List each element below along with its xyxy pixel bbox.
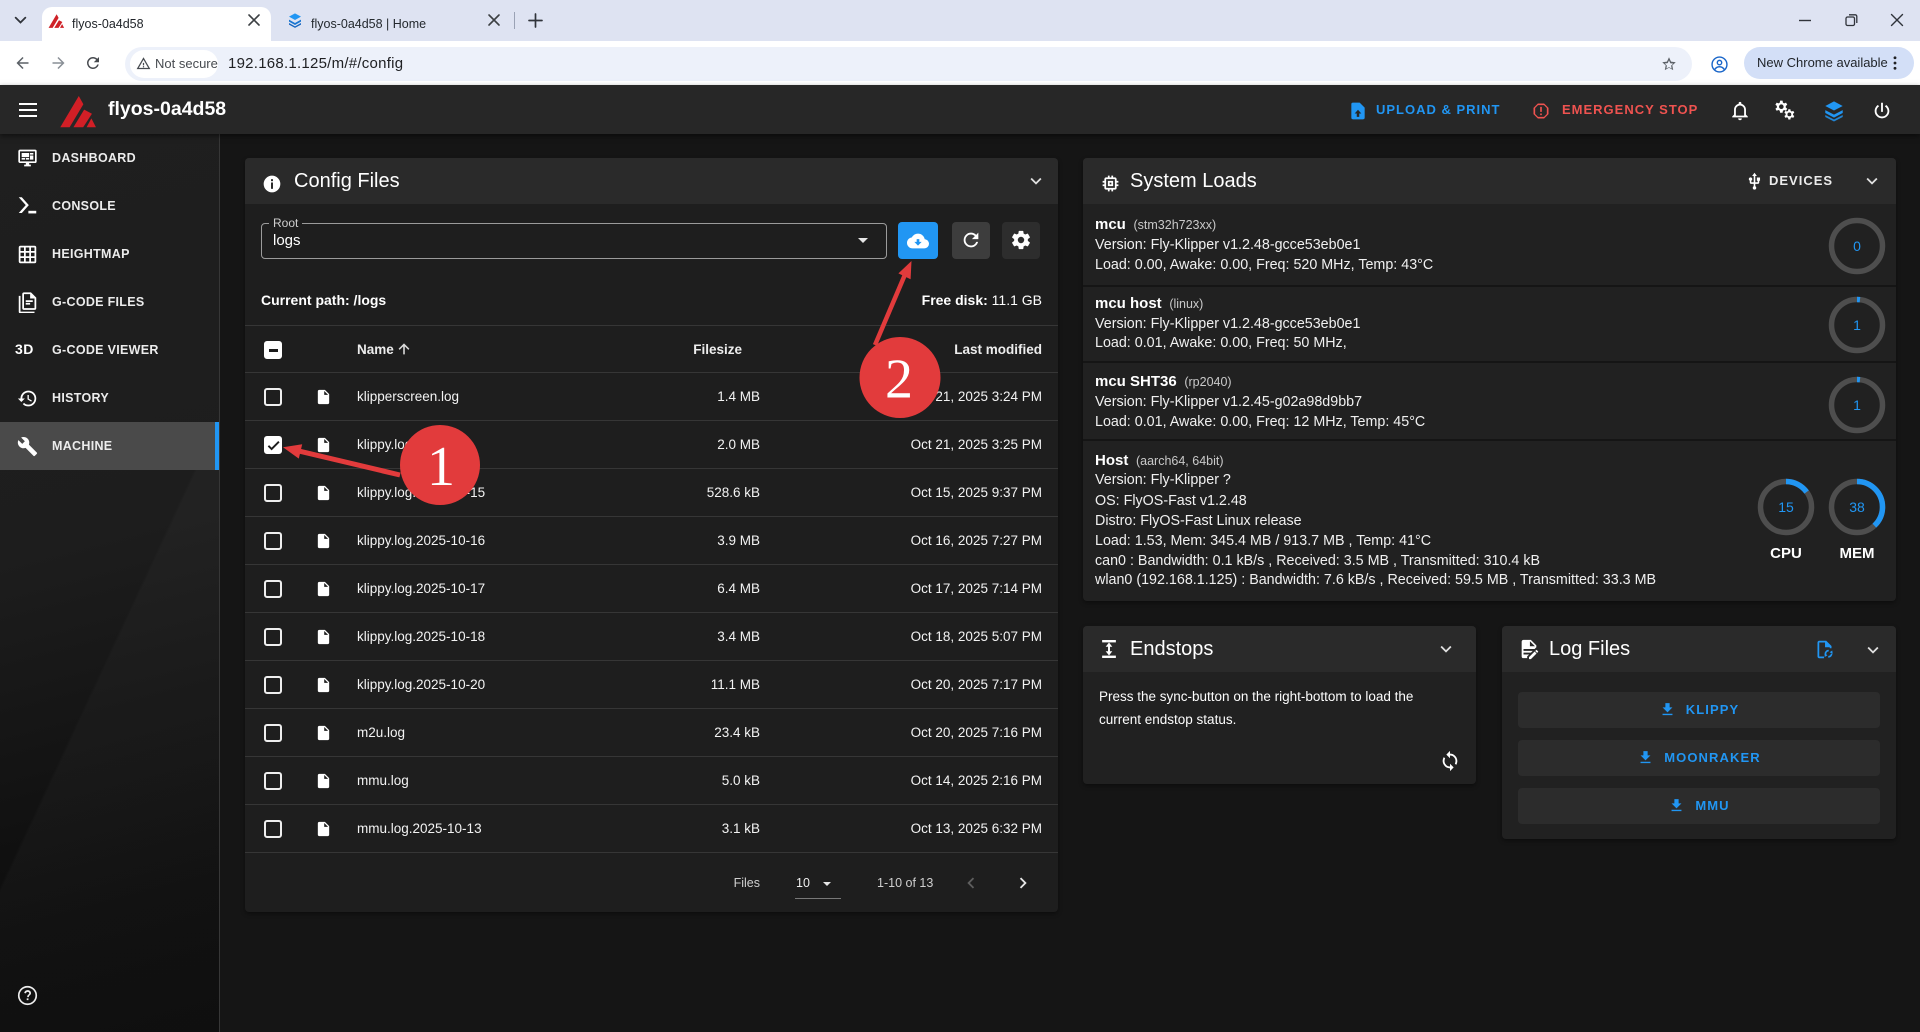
svg-text:2: 2 (885, 349, 913, 411)
svg-text:1: 1 (427, 436, 455, 498)
